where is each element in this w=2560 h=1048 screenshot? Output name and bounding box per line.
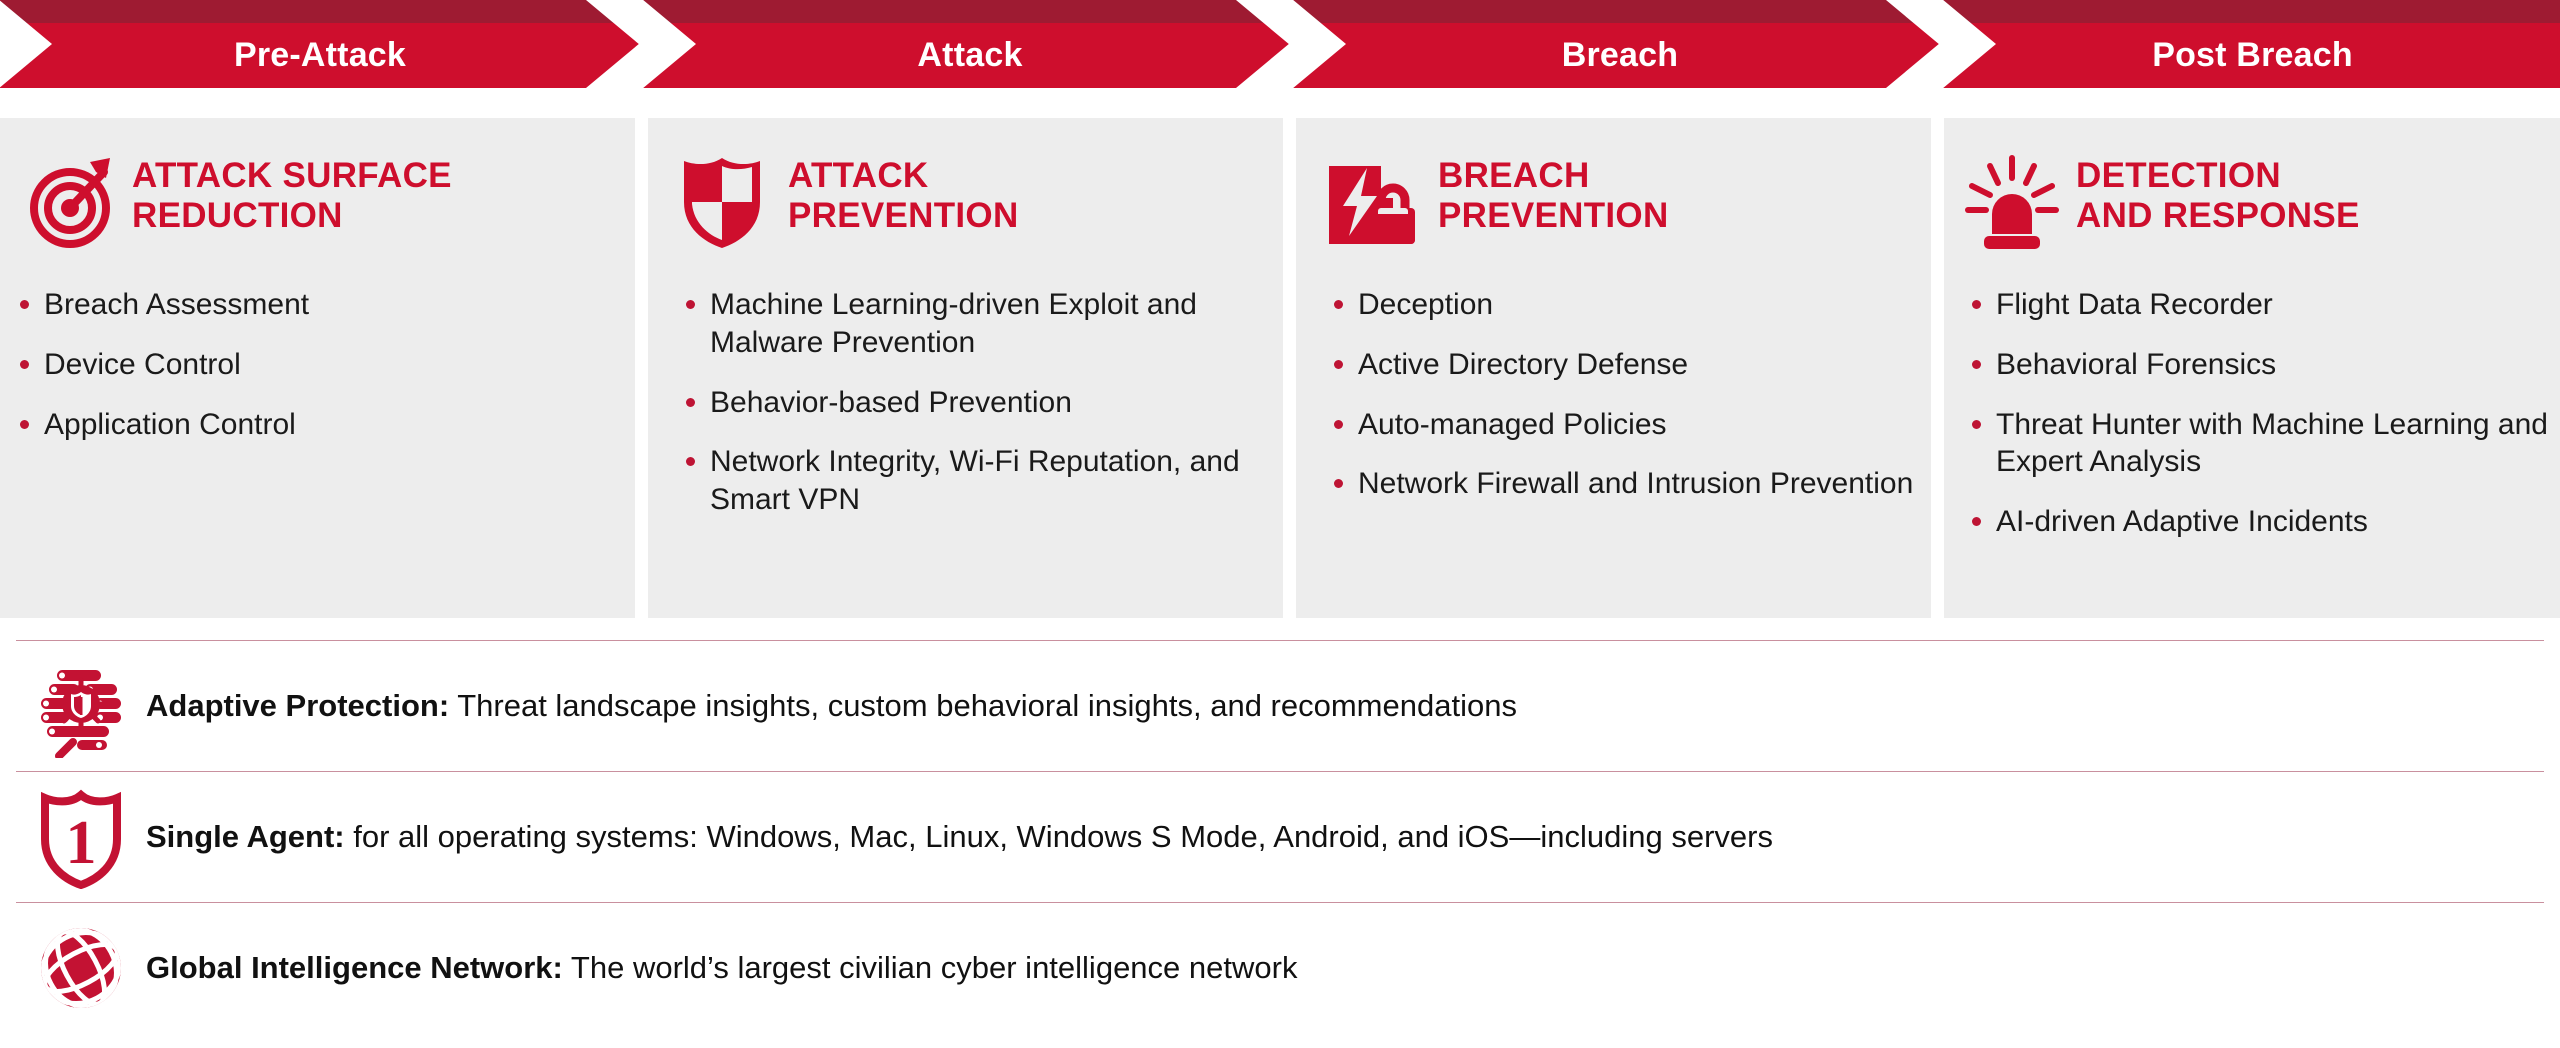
shield-number-one-icon: 1 (16, 785, 146, 889)
list-item: Device Control (18, 346, 615, 384)
card-title: ATTACK PREVENTION (788, 148, 1019, 236)
list-item: AI-driven Adaptive Incidents (1970, 503, 2550, 541)
card-title-line: DETECTION (2076, 156, 2281, 195)
target-bullseye-arrow-icon (14, 148, 122, 256)
list-item: Breach Assessment (18, 286, 615, 324)
card-header: BREACH PREVENTION (1296, 118, 1931, 256)
feature-description: Threat landscape insights, custom behavi… (449, 688, 1517, 724)
card-bullet-list: Breach Assessment Device Control Applica… (18, 286, 615, 443)
feature-description: The world’s largest civilian cyber intel… (562, 950, 1298, 986)
card-title-line: ATTACK (788, 156, 929, 195)
card-bullet-list: Flight Data Recorder Behavioral Forensic… (1970, 286, 2550, 541)
card-bullet-list: Machine Learning-driven Exploit and Malw… (684, 286, 1271, 519)
card-title-line: PREVENTION (788, 195, 1019, 235)
feature-row-global-intelligence-network: Global Intelligence Network: The world’s… (16, 902, 2544, 1033)
list-item: Network Integrity, Wi-Fi Reputation, and… (684, 443, 1271, 519)
phase-label-pre-attack: Pre-Attack (233, 36, 407, 74)
list-item: Machine Learning-driven Exploit and Malw… (684, 286, 1271, 362)
card-header: ATTACK SURFACE REDUCTION (0, 118, 635, 256)
list-item: Behavioral Forensics (1970, 346, 2550, 384)
phase-banner: Pre-Attack Attack Breach Post Breach (0, 0, 2560, 88)
brain-circuit-shield-icon (16, 654, 146, 758)
capability-cards-row: ATTACK SURFACE REDUCTION Breach Assessme… (0, 118, 2560, 618)
card-title-line: ATTACK SURFACE (132, 156, 452, 195)
svg-text:1: 1 (66, 809, 97, 877)
shield-quartered-icon (668, 148, 776, 256)
card-title: BREACH PREVENTION (1438, 148, 1669, 236)
phase-label-breach: Breach (1561, 36, 1679, 74)
card-header: DETECTION AND RESPONSE (1944, 118, 2560, 256)
card-title: ATTACK SURFACE REDUCTION (132, 148, 452, 236)
list-item: Deception (1332, 286, 1919, 324)
list-item: Behavior-based Prevention (684, 384, 1271, 422)
card-title-line: PREVENTION (1438, 195, 1669, 235)
feature-row-text: Adaptive Protection: Threat landscape in… (146, 687, 1517, 724)
list-item: Auto-managed Policies (1332, 406, 1919, 444)
card-attack-surface-reduction: ATTACK SURFACE REDUCTION Breach Assessme… (0, 118, 635, 618)
list-item: Application Control (18, 406, 615, 444)
card-bullet-list: Deception Active Directory Defense Auto-… (1332, 286, 1919, 503)
card-title: DETECTION AND RESPONSE (2076, 148, 2360, 236)
card-title-line: REDUCTION (132, 195, 343, 235)
feature-description: for all operating systems: Windows, Mac,… (344, 819, 1773, 855)
list-item: Active Directory Defense (1332, 346, 1919, 384)
card-attack-prevention: ATTACK PREVENTION Machine Learning-drive… (648, 118, 1283, 618)
card-detection-and-response: DETECTION AND RESPONSE Flight Data Recor… (1944, 118, 2560, 618)
feature-label: Single Agent: (146, 819, 345, 855)
list-item: Flight Data Recorder (1970, 286, 2550, 324)
phase-label-post-breach: Post Breach (2152, 36, 2353, 74)
card-breach-prevention: BREACH PREVENTION Deception Active Direc… (1296, 118, 1931, 618)
feature-label: Adaptive Protection: (146, 688, 450, 724)
feature-row-text: Single Agent: for all operating systems:… (146, 818, 1773, 855)
card-title-line: AND RESPONSE (2076, 195, 2360, 235)
list-item: Threat Hunter with Machine Learning and … (1970, 406, 2550, 482)
breach-lock-lightning-icon (1318, 148, 1426, 256)
feature-row-text: Global Intelligence Network: The world’s… (146, 949, 1297, 986)
platform-feature-rows: Adaptive Protection: Threat landscape in… (16, 640, 2544, 1033)
feature-label: Global Intelligence Network: (146, 950, 563, 986)
phase-label-attack: Attack (917, 36, 1023, 74)
feature-row-single-agent: 1 Single Agent: for all operating system… (16, 771, 2544, 902)
globe-network-icon (16, 918, 146, 1018)
feature-row-adaptive-protection: Adaptive Protection: Threat landscape in… (16, 640, 2544, 771)
card-header: ATTACK PREVENTION (648, 118, 1283, 256)
list-item: Network Firewall and Intrusion Preventio… (1332, 465, 1919, 503)
alarm-siren-icon (1958, 148, 2066, 256)
card-title-line: BREACH (1438, 156, 1590, 195)
